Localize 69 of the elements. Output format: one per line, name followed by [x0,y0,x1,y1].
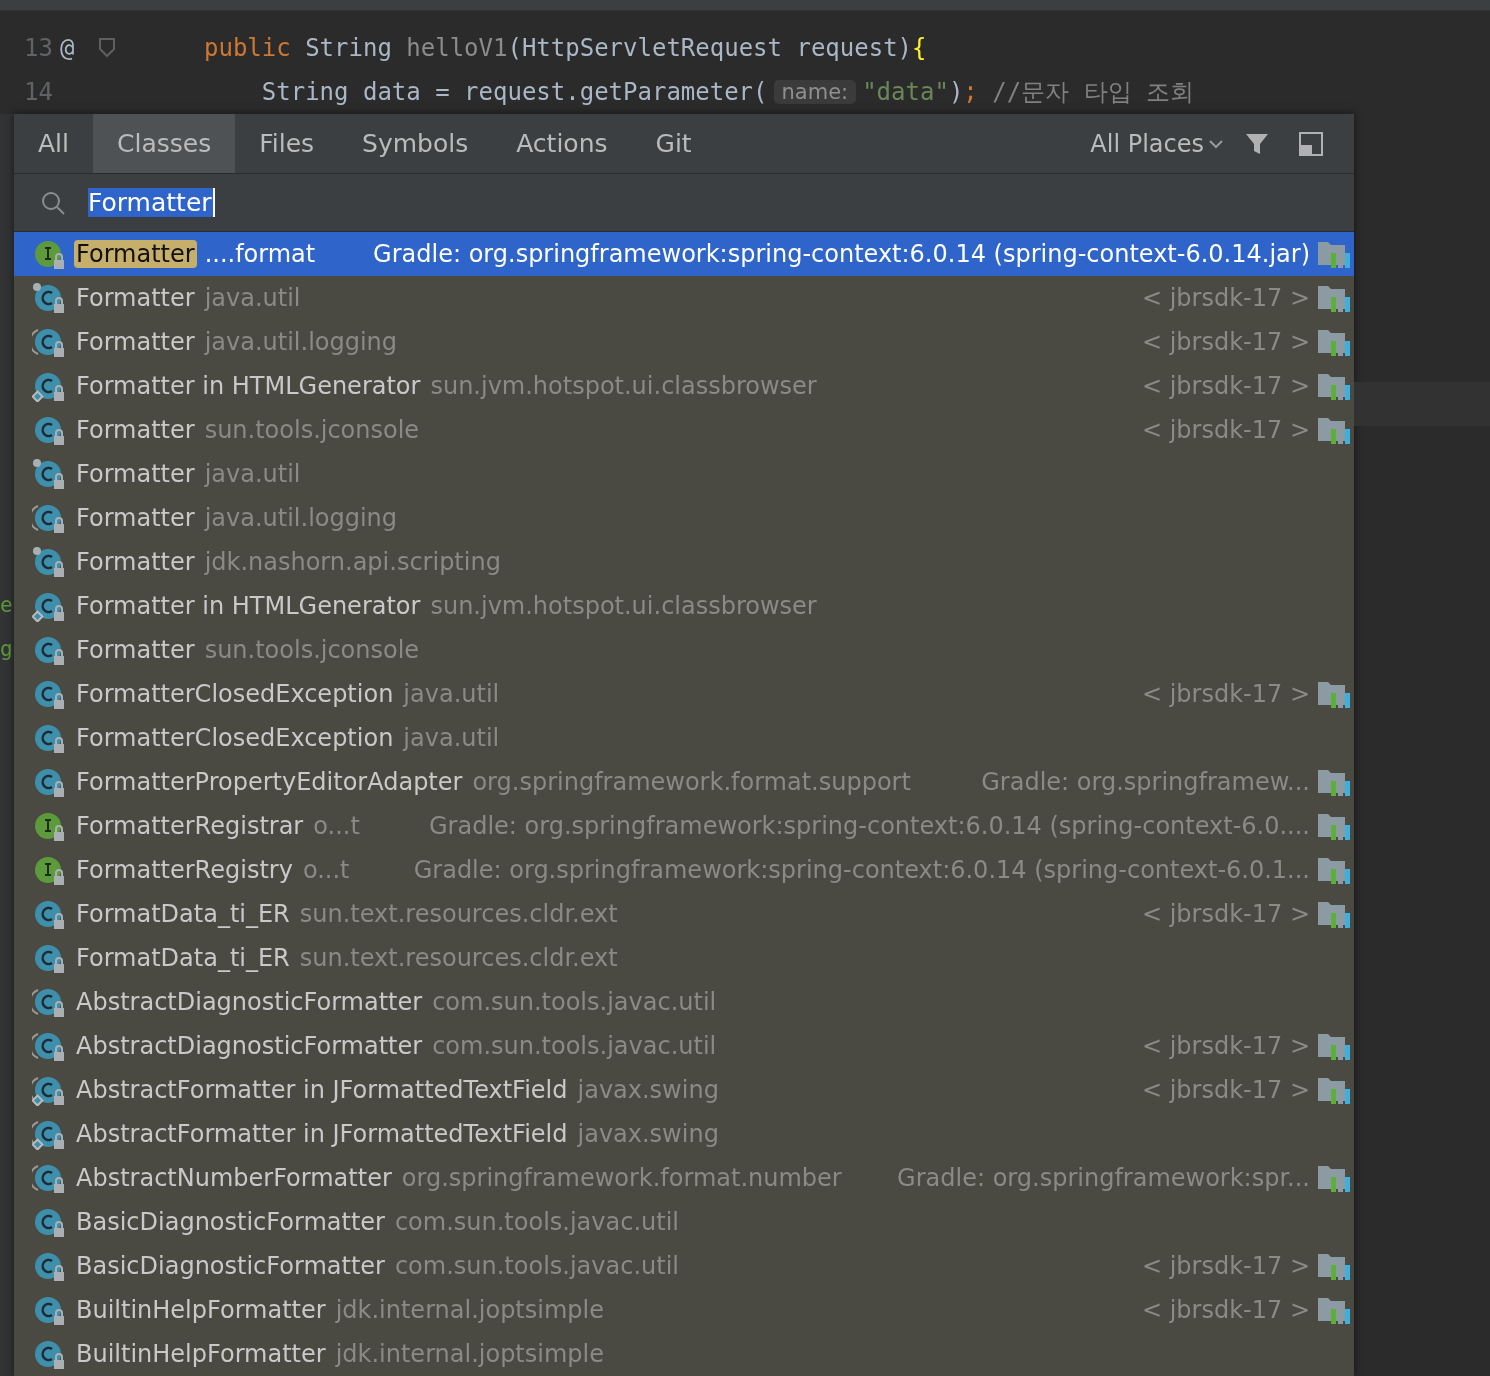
class-icon [32,1250,66,1282]
class-icon [32,942,66,974]
tab[interactable]: All [14,114,93,173]
preview-icon[interactable] [1298,130,1324,157]
tab[interactable]: Actions [492,114,632,173]
class-icon [32,678,66,710]
class-icon [32,986,66,1018]
class-icon [32,370,66,402]
result-item[interactable]: AbstractFormatter in JFormattedTextField javax.swing [14,1112,1354,1156]
class-icon [32,458,66,490]
class-icon [32,722,66,754]
interface-icon [32,854,66,886]
class-icon [32,546,66,578]
scope-dropdown[interactable]: All Places [1084,114,1230,173]
gutter-annotation: @ [60,34,76,62]
result-item[interactable]: BuiltinHelpFormatter jdk.internal.joptsimple [14,1332,1354,1376]
result-item[interactable]: FormatterClosedException java.util [14,716,1354,760]
line-number: 13 [23,34,54,62]
result-item[interactable]: Formatter java.util [14,452,1354,496]
tab[interactable]: Classes [93,114,236,173]
result-item[interactable]: FormatData_ti_ER sun.text.resources.cldr.ext < jbrsdk-17 > [14,892,1354,936]
class-icon [32,590,66,622]
result-item[interactable]: Formatter java.util.logging < jbrsdk-17 > [14,320,1354,364]
chevron-down-icon [1208,138,1224,149]
class-icon [32,1294,66,1326]
result-item[interactable]: AbstractFormatter in JFormattedTextField javax.swing < jbrsdk-17 > [14,1068,1354,1112]
class-icon [32,1118,66,1150]
class-icon [32,326,66,358]
class-icon [32,898,66,930]
class-icon [32,634,66,666]
result-item[interactable]: BasicDiagnosticFormatter com.sun.tools.javac.util < jbrsdk-17 > [14,1244,1354,1288]
class-icon [32,1074,66,1106]
result-item[interactable]: Formatter jdk.nashorn.api.scripting [14,540,1354,584]
line-number: 14 [23,78,54,106]
code-fragment: e [0,593,13,617]
code-fragment: g [0,637,13,661]
class-icon [32,1338,66,1370]
result-item[interactable]: FormatterRegistrar o...t Gradle: org.springframework:spring-context:6.0.14 (spring-context-6.0.... [14,804,1354,848]
interface-icon [32,238,66,270]
result-item[interactable]: BasicDiagnosticFormatter com.sun.tools.javac.util [14,1200,1354,1244]
tab[interactable]: Git [631,114,716,173]
interface-icon [32,810,66,842]
code-line: String data = request.getParameter( name: "data"); //문자 타입 조회 [260,77,1195,108]
result-item[interactable]: Formatter in HTMLGenerator sun.jvm.hotspot.ui.classbrowser < jbrsdk-17 > [14,364,1354,408]
result-item[interactable]: Formatter sun.tools.jconsole < jbrsdk-17 > [14,408,1354,452]
result-item[interactable]: FormatterClosedException java.util < jbrsdk-17 > [14,672,1354,716]
class-icon [32,1206,66,1238]
result-item[interactable]: Formatter sun.tools.jconsole [14,628,1354,672]
result-item[interactable]: FormatterPropertyEditorAdapter org.springframework.format.support Gradle: org.springframew... [14,760,1354,804]
search-icon [40,189,66,216]
code-line: public String helloV1(HttpServletRequest request){ [204,34,927,62]
result-item[interactable]: Formatter java.util.logging [14,496,1354,540]
result-item[interactable]: Formatter java.util < jbrsdk-17 > [14,276,1354,320]
class-icon [32,502,66,534]
class-icon [32,1030,66,1062]
class-icon [32,282,66,314]
class-icon [32,414,66,446]
result-item[interactable]: AbstractNumberFormatter org.springframework.format.number Gradle: org.springframework:spr... [14,1156,1354,1200]
tab[interactable]: Files [235,114,339,173]
result-item[interactable]: AbstractDiagnosticFormatter com.sun.tools.javac.util < jbrsdk-17 > [14,1024,1354,1068]
result-item[interactable]: BuiltinHelpFormatter jdk.internal.joptsimple < jbrsdk-17 > [14,1288,1354,1332]
result-item[interactable]: AbstractDiagnosticFormatter com.sun.tools.javac.util [14,980,1354,1024]
result-item[interactable]: FormatterRegistry o...t Gradle: org.springframework:spring-context:6.0.14 (spring-context-6.0.1... [14,848,1354,892]
result-item[interactable]: Formatter ....format Gradle: org.springframework:spring-context:6.0.14 (spring-context-6.0.14.jar) [14,232,1354,276]
class-icon [32,766,66,798]
result-item[interactable]: FormatData_ti_ER sun.text.resources.cldr.ext [14,936,1354,980]
tab[interactable]: Symbols [338,114,493,173]
class-icon [32,1162,66,1194]
result-item[interactable]: Formatter in HTMLGenerator sun.jvm.hotspot.ui.classbrowser [14,584,1354,628]
